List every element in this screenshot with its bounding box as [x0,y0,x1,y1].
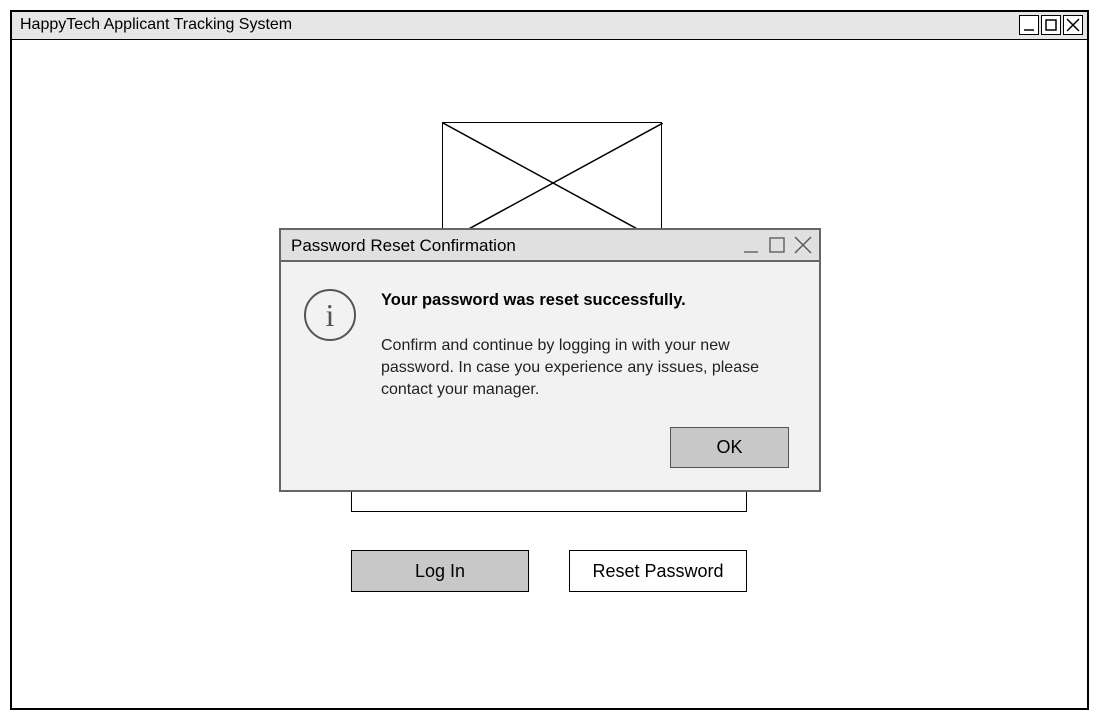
minimize-icon [1024,29,1034,31]
window-title: HappyTech Applicant Tracking System [20,16,293,33]
reset-password-button[interactable]: Reset Password [569,550,747,592]
dialog-titlebar: Password Reset Confirmation [281,230,819,262]
image-placeholder-icon [443,123,663,243]
minimize-button[interactable] [1019,15,1039,35]
close-icon [1066,18,1080,32]
dialog-message: Confirm and continue by logging in with … [381,337,759,398]
dialog-heading: Your password was reset successfully. [381,291,686,309]
log-in-button[interactable]: Log In [351,550,529,592]
dialog-close-button[interactable] [793,235,813,255]
window-controls [1019,15,1083,35]
maximize-button[interactable] [1041,15,1061,35]
dialog-title: Password Reset Confirmation [291,236,516,255]
svg-text:i: i [326,297,335,333]
close-icon [794,236,812,254]
dialog-controls [741,235,813,255]
dialog-minimize-button[interactable] [741,235,761,255]
window-titlebar: HappyTech Applicant Tracking System [12,12,1087,40]
logo-image-placeholder [442,122,663,243]
info-icon: i [304,289,356,341]
ok-button[interactable]: OK [670,427,789,468]
maximize-icon [1045,19,1057,31]
maximize-icon [769,237,785,253]
minimize-icon [744,251,758,253]
dialog-maximize-button[interactable] [767,235,787,255]
password-reset-dialog: Password Reset Confirmation i Your passw… [279,228,821,492]
close-button[interactable] [1063,15,1083,35]
